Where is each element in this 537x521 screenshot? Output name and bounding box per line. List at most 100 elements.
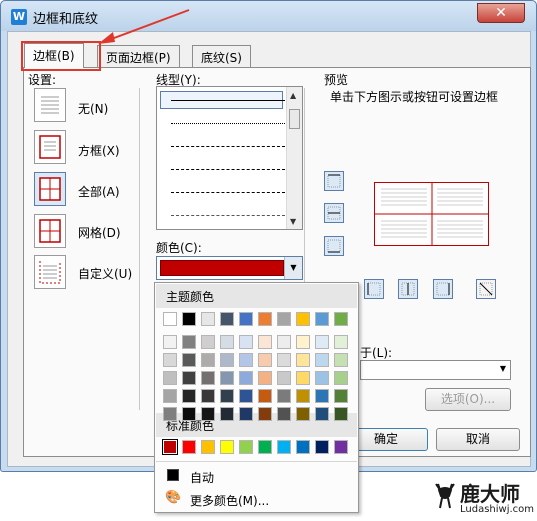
standard-color-swatch[interactable]	[239, 440, 253, 454]
line-style-dashed[interactable]	[171, 169, 285, 170]
theme-color-swatch[interactable]	[239, 312, 253, 326]
line-style-dash-dot[interactable]	[171, 215, 285, 216]
theme-color-swatch[interactable]	[315, 312, 329, 326]
theme-shade-swatch[interactable]	[220, 371, 234, 385]
diagonal-border-button[interactable]	[476, 279, 496, 299]
line-style-list[interactable]: ▲ ▼	[156, 86, 303, 230]
theme-shade-swatch[interactable]	[315, 407, 329, 421]
theme-shade-swatch[interactable]	[201, 353, 215, 367]
line-style-scrollbar[interactable]: ▲ ▼	[286, 87, 302, 229]
standard-color-swatch[interactable]	[315, 440, 329, 454]
theme-shade-swatch[interactable]	[334, 353, 348, 367]
standard-color-swatch[interactable]	[277, 440, 291, 454]
theme-shade-swatch[interactable]	[201, 371, 215, 385]
chevron-down-icon[interactable]: ▼	[284, 257, 302, 279]
theme-shade-swatch[interactable]	[163, 407, 177, 421]
top-border-button[interactable]	[324, 171, 344, 191]
theme-shade-swatch[interactable]	[163, 371, 177, 385]
theme-shade-swatch[interactable]	[296, 335, 310, 349]
standard-color-swatch[interactable]	[220, 440, 234, 454]
theme-shade-swatch[interactable]	[201, 389, 215, 403]
theme-color-swatch[interactable]	[201, 312, 215, 326]
setting-grid-icon[interactable]	[34, 214, 66, 248]
theme-shade-swatch[interactable]	[277, 407, 291, 421]
scroll-up-icon[interactable]: ▲	[290, 91, 296, 100]
color-dropdown[interactable]: ▼	[156, 256, 303, 280]
options-button[interactable]: 选项(O)...	[425, 388, 511, 411]
theme-shade-swatch[interactable]	[258, 353, 272, 367]
cancel-button[interactable]: 取消	[436, 428, 520, 451]
theme-shade-swatch[interactable]	[315, 389, 329, 403]
theme-shade-swatch[interactable]	[220, 389, 234, 403]
theme-shade-swatch[interactable]	[239, 353, 253, 367]
theme-shade-swatch[interactable]	[163, 353, 177, 367]
theme-shade-swatch[interactable]	[182, 407, 196, 421]
theme-shade-swatch[interactable]	[220, 353, 234, 367]
theme-shade-swatch[interactable]	[296, 389, 310, 403]
theme-shade-swatch[interactable]	[277, 389, 291, 403]
line-style-dash-long[interactable]	[171, 192, 285, 193]
theme-color-swatch[interactable]	[163, 312, 177, 326]
standard-color-swatch[interactable]	[258, 440, 272, 454]
border-preview[interactable]	[374, 182, 489, 246]
theme-shade-swatch[interactable]	[296, 371, 310, 385]
theme-color-swatch[interactable]	[334, 312, 348, 326]
theme-shade-swatch[interactable]	[334, 371, 348, 385]
setting-all-icon[interactable]	[34, 172, 66, 206]
line-style-dashed-small[interactable]	[171, 146, 285, 147]
chevron-down-icon[interactable]: ▼	[500, 364, 506, 373]
theme-shade-swatch[interactable]	[296, 353, 310, 367]
theme-shade-swatch[interactable]	[258, 371, 272, 385]
theme-shade-swatch[interactable]	[239, 335, 253, 349]
theme-shade-swatch[interactable]	[296, 407, 310, 421]
line-style-solid[interactable]	[171, 100, 285, 101]
line-style-dotted[interactable]	[171, 123, 285, 124]
theme-shade-swatch[interactable]	[182, 371, 196, 385]
theme-shade-swatch[interactable]	[334, 389, 348, 403]
theme-shade-swatch[interactable]	[315, 371, 329, 385]
standard-color-swatch[interactable]	[182, 440, 196, 454]
theme-shade-swatch[interactable]	[239, 389, 253, 403]
theme-shade-swatch[interactable]	[182, 335, 196, 349]
standard-color-swatch[interactable]	[296, 440, 310, 454]
theme-color-swatch[interactable]	[277, 312, 291, 326]
theme-shade-swatch[interactable]	[315, 353, 329, 367]
theme-shade-swatch[interactable]	[182, 389, 196, 403]
standard-color-swatch[interactable]	[162, 439, 178, 455]
left-border-button[interactable]	[364, 279, 384, 299]
theme-color-swatch[interactable]	[258, 312, 272, 326]
auto-color-swatch[interactable]	[167, 469, 179, 481]
theme-shade-swatch[interactable]	[201, 407, 215, 421]
theme-shade-swatch[interactable]	[239, 371, 253, 385]
theme-shade-swatch[interactable]	[315, 335, 329, 349]
theme-color-swatch[interactable]	[296, 312, 310, 326]
theme-shade-swatch[interactable]	[334, 335, 348, 349]
middle-vertical-border-button[interactable]	[398, 279, 418, 299]
theme-shade-swatch[interactable]	[201, 335, 215, 349]
middle-horizontal-border-button[interactable]	[324, 203, 344, 223]
bottom-border-button[interactable]	[324, 236, 344, 256]
setting-custom-icon[interactable]	[34, 255, 66, 289]
theme-shade-swatch[interactable]	[334, 407, 348, 421]
right-border-button[interactable]	[433, 279, 453, 299]
theme-shade-swatch[interactable]	[277, 353, 291, 367]
theme-shade-swatch[interactable]	[258, 407, 272, 421]
theme-shade-swatch[interactable]	[220, 407, 234, 421]
setting-none-icon[interactable]	[34, 88, 66, 122]
theme-shade-swatch[interactable]	[239, 407, 253, 421]
scroll-thumb[interactable]	[289, 109, 300, 129]
more-colors-item[interactable]: 更多颜色(M)...	[190, 492, 269, 509]
theme-shade-swatch[interactable]	[258, 335, 272, 349]
theme-shade-swatch[interactable]	[277, 335, 291, 349]
theme-shade-swatch[interactable]	[220, 335, 234, 349]
apply-to-select[interactable]: ▼	[360, 360, 511, 380]
theme-color-swatch[interactable]	[220, 312, 234, 326]
auto-color-item[interactable]: 自动	[190, 469, 214, 486]
theme-color-swatch[interactable]	[182, 312, 196, 326]
scroll-down-icon[interactable]: ▼	[290, 217, 296, 226]
theme-shade-swatch[interactable]	[182, 353, 196, 367]
standard-color-swatch[interactable]	[334, 440, 348, 454]
theme-shade-swatch[interactable]	[258, 389, 272, 403]
standard-color-swatch[interactable]	[201, 440, 215, 454]
theme-shade-swatch[interactable]	[163, 335, 177, 349]
